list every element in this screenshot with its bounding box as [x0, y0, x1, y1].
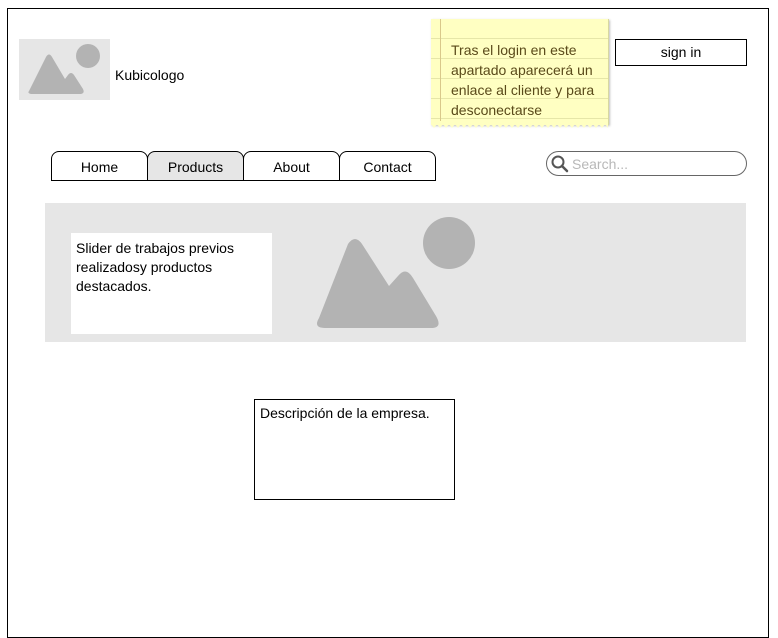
tab-contact[interactable]: Contact: [339, 151, 436, 181]
image-placeholder-icon: [317, 217, 475, 328]
hero-text-box: Slider de trabajos previos realizadosy p…: [71, 233, 272, 334]
search-icon[interactable]: [550, 154, 570, 174]
company-description-box: Descripción de la empresa.: [254, 399, 455, 500]
tab-products[interactable]: Products: [147, 151, 244, 181]
hero-slider[interactable]: Slider de trabajos previos realizadosy p…: [45, 203, 746, 342]
logo-image: [19, 39, 110, 100]
sign-in-button[interactable]: sign in: [615, 39, 747, 66]
hero-text: Slider de trabajos previos realizadosy p…: [76, 240, 234, 294]
sticky-note-text: Tras el login en este apartado aparecerá…: [451, 42, 595, 118]
note-torn-edge: [431, 124, 608, 128]
company-description-text: Descripción de la empresa.: [260, 405, 430, 421]
tab-about[interactable]: About: [243, 151, 340, 181]
nav-tabs: Home Products About Contact: [51, 151, 436, 181]
search-box: [546, 151, 747, 176]
image-placeholder-icon: [28, 44, 100, 94]
sticky-note: Tras el login en este apartado aparecerá…: [431, 19, 609, 128]
tab-home[interactable]: Home: [51, 151, 148, 181]
brand-name: Kubicologo: [115, 67, 185, 83]
search-input[interactable]: [572, 154, 740, 173]
